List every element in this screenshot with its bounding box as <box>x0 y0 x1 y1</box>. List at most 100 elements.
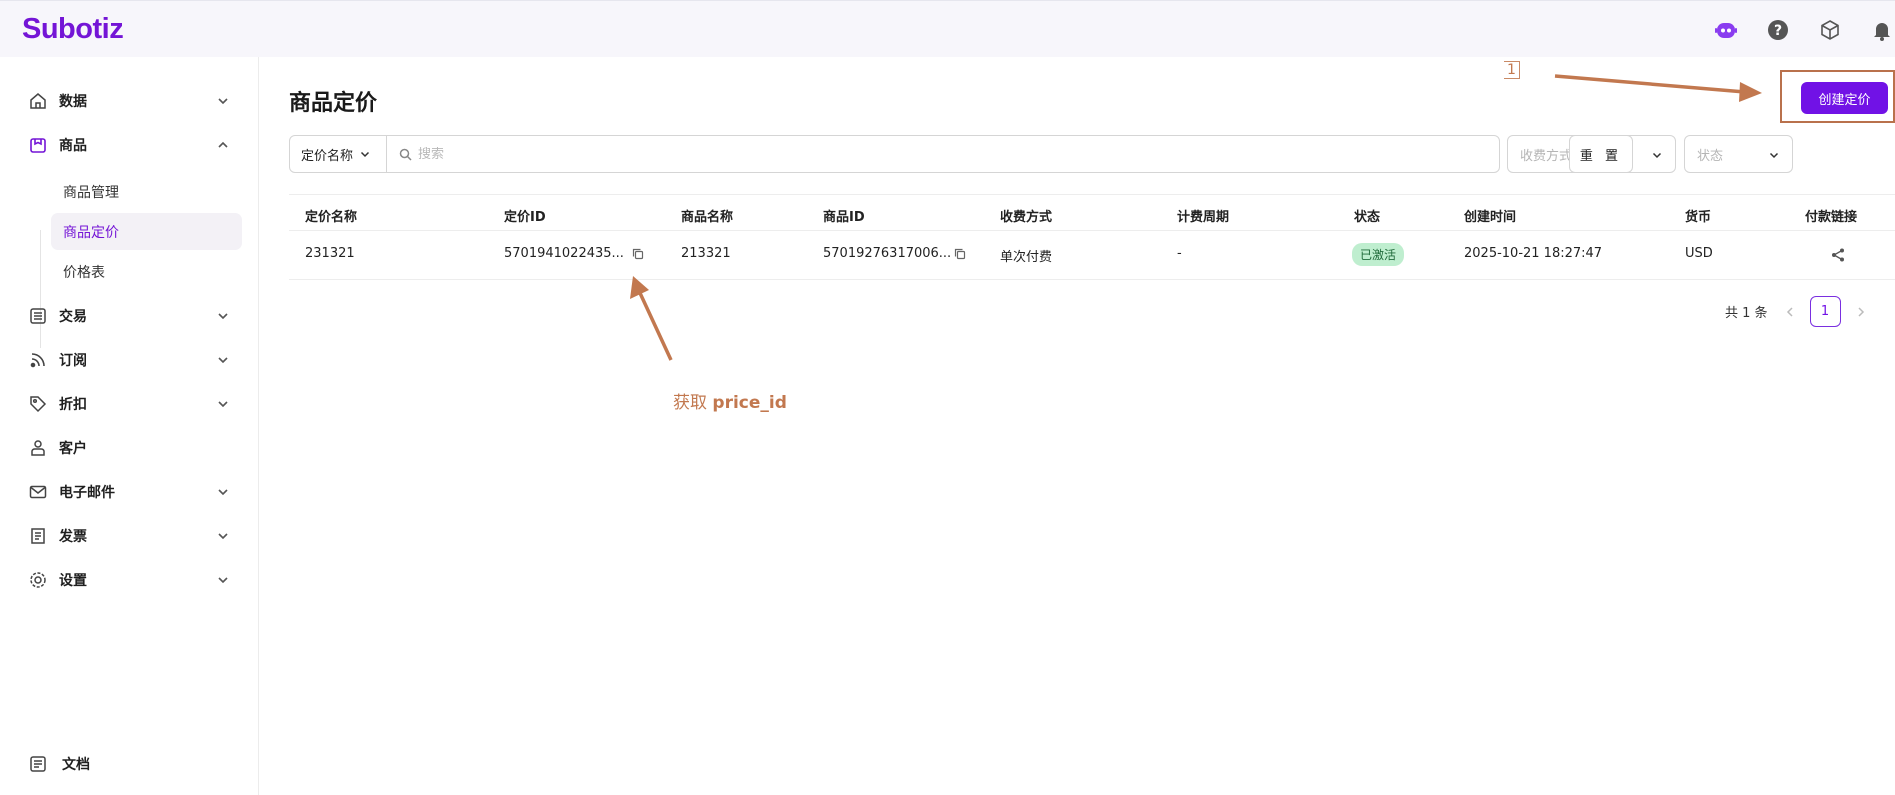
sidebar-item-products[interactable]: 商品 <box>28 130 238 160</box>
settings-gear-icon <box>28 570 48 590</box>
user-icon <box>28 438 48 458</box>
sidebar-item-label: 电子邮件 <box>59 485 115 501</box>
status-select[interactable]: 状态 <box>1684 135 1793 173</box>
list-icon <box>28 306 48 326</box>
annotation-text: 获取 price_id <box>673 388 787 413</box>
package-box-icon[interactable] <box>1817 17 1843 43</box>
document-icon <box>28 754 48 774</box>
table-row[interactable]: 231321 5701941022435... 213321 570192763… <box>289 231 1895 280</box>
column-header: 商品名称 <box>681 210 734 225</box>
cell-product-id: 57019276317006... <box>823 246 967 261</box>
sidebar-item-data[interactable]: 数据 <box>28 86 238 116</box>
sidebar-item-label: 设置 <box>59 573 87 589</box>
cell-currency: USD <box>1685 246 1713 261</box>
share-icon[interactable] <box>1830 247 1846 263</box>
cell-price-id: 5701941022435... <box>504 246 645 261</box>
cell-product-name: 213321 <box>681 246 731 261</box>
cell-charge-method: 单次付费 <box>1000 250 1053 265</box>
sidebar-item-label: 客户 <box>59 441 87 457</box>
chevron-down-icon <box>218 577 228 584</box>
sidebar-item-customers[interactable]: 客户 <box>28 433 238 463</box>
search-field-label: 定价名称 <box>301 148 354 164</box>
tag-icon <box>28 394 48 414</box>
step-number-annotation: 1 <box>1504 61 1520 79</box>
chevron-down-icon <box>218 313 228 320</box>
chevron-down-icon <box>1769 152 1779 159</box>
pagination: 共 1 条 1 <box>1725 296 1869 327</box>
receipt-icon <box>28 526 48 546</box>
sidebar-item-label: 文档 <box>62 757 90 773</box>
chevron-up-icon <box>218 141 228 148</box>
rss-icon <box>28 350 48 370</box>
main-content: 商品定价 1 创建定价 定价名称 收费方式 状态 重 置 定价名称 定价ID <box>260 57 1895 795</box>
sidebar-subitem-product-management[interactable]: 商品管理 <box>51 173 242 210</box>
chevron-down-icon <box>218 357 228 364</box>
top-bar: Subotiz ? <box>0 0 1895 57</box>
cell-created-at: 2025-10-21 18:27:47 <box>1464 246 1603 261</box>
charge-method-placeholder: 收费方式 <box>1520 148 1573 164</box>
chevron-down-icon <box>360 151 370 158</box>
reset-button[interactable]: 重 置 <box>1569 135 1633 173</box>
svg-text:?: ? <box>1774 23 1782 39</box>
sidebar-item-subscriptions[interactable]: 订阅 <box>28 345 238 375</box>
sidebar-item-invoices[interactable]: 发票 <box>28 521 238 551</box>
sidebar-item-label: 商品 <box>59 138 87 154</box>
home-icon <box>28 91 48 111</box>
copy-icon[interactable] <box>953 247 967 261</box>
sidebar-item-label: 交易 <box>59 309 87 325</box>
pricing-table: 定价名称 定价ID 商品名称 商品ID 收费方式 计费周期 状态 创建时间 货币… <box>289 194 1895 280</box>
search-input[interactable] <box>418 146 1463 162</box>
search-icon <box>399 148 412 161</box>
app-logo[interactable]: Subotiz <box>22 13 124 46</box>
sidebar-item-label: 订阅 <box>59 353 87 369</box>
chevron-left-icon[interactable] <box>1782 304 1798 320</box>
product-box-icon <box>28 135 48 155</box>
sidebar-item-label: 折扣 <box>59 397 87 413</box>
sidebar-item-settings[interactable]: 设置 <box>28 565 238 595</box>
create-pricing-button[interactable]: 创建定价 <box>1801 82 1888 114</box>
column-header: 创建时间 <box>1464 210 1517 225</box>
sidebar-item-discounts[interactable]: 折扣 <box>28 389 238 419</box>
chevron-down-icon <box>1652 152 1662 159</box>
column-header: 状态 <box>1354 210 1381 225</box>
column-header: 收费方式 <box>1000 210 1053 225</box>
status-placeholder: 状态 <box>1697 148 1724 164</box>
help-icon[interactable]: ? <box>1765 17 1791 43</box>
table-header: 定价名称 定价ID 商品名称 商品ID 收费方式 计费周期 状态 创建时间 货币… <box>289 194 1895 231</box>
assistant-bot-icon[interactable] <box>1713 17 1739 43</box>
search-field-select[interactable]: 定价名称 <box>290 136 387 172</box>
product-id-text: 57019276317006... <box>823 246 952 261</box>
sidebar-item-label: 发票 <box>59 529 87 545</box>
column-header: 定价名称 <box>305 210 358 225</box>
mail-icon <box>28 482 48 502</box>
search-box <box>387 136 1499 172</box>
chevron-down-icon <box>218 98 228 105</box>
column-header: 商品ID <box>823 210 865 225</box>
sidebar-subitem-product-pricing[interactable]: 商品定价 <box>51 213 242 250</box>
sidebar-item-transactions[interactable]: 交易 <box>28 301 238 331</box>
pagination-total: 共 1 条 <box>1725 306 1768 321</box>
chevron-down-icon <box>218 401 228 408</box>
top-actions: ? <box>1687 17 1895 43</box>
column-header: 货币 <box>1685 210 1712 225</box>
search-group: 定价名称 <box>289 135 1500 173</box>
annotation-prefix: 获取 <box>673 393 707 413</box>
page-number-button[interactable]: 1 <box>1809 296 1841 327</box>
page-title: 商品定价 <box>289 91 378 116</box>
price-id-text: 5701941022435... <box>504 246 624 261</box>
column-header: 定价ID <box>504 210 546 225</box>
bell-icon[interactable] <box>1869 17 1895 43</box>
sidebar-item-email[interactable]: 电子邮件 <box>28 477 238 507</box>
sidebar-item-docs[interactable]: 文档 <box>28 749 238 779</box>
status-badge: 已激活 <box>1352 243 1405 266</box>
chevron-down-icon <box>218 533 228 540</box>
sidebar: 数据 商品 商品管理 商品定价 价格表 交易 订阅 折扣 客户 电子邮件 发票 <box>0 57 259 795</box>
annotation-code: price_id <box>712 393 787 413</box>
chevron-right-icon[interactable] <box>1853 304 1869 320</box>
copy-icon[interactable] <box>631 247 645 261</box>
sidebar-item-label: 数据 <box>59 94 87 110</box>
column-header: 付款链接 <box>1805 210 1858 225</box>
sidebar-subitem-price-table[interactable]: 价格表 <box>51 253 242 290</box>
chevron-down-icon <box>218 489 228 496</box>
cell-price-name: 231321 <box>305 246 355 261</box>
